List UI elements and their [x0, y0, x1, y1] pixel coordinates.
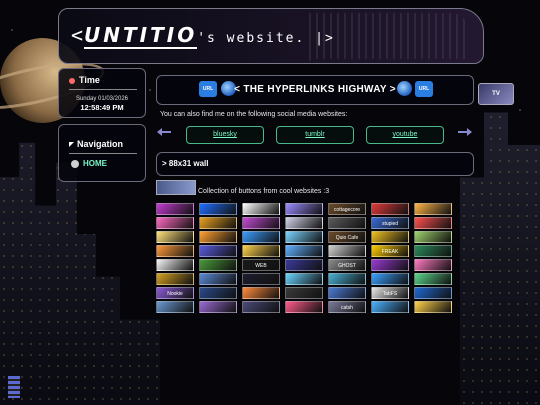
my-button-image[interactable]: [156, 180, 196, 195]
hyperlinks-highway-banner: URL < THE HYPERLINKS HIGHWAY > URL: [156, 75, 474, 105]
web-button-badge[interactable]: [156, 203, 194, 215]
web-button-badge[interactable]: [156, 301, 194, 313]
home-icon: [71, 159, 79, 168]
web-button-badge[interactable]: GHOST: [328, 259, 366, 271]
web-button-badge[interactable]: [371, 273, 409, 285]
globe-icon: [397, 81, 412, 96]
web-button-badge[interactable]: [285, 231, 323, 243]
cursor-icon: [69, 142, 74, 147]
title-suffix: 's website. |>: [197, 31, 335, 46]
web-button-badge[interactable]: Quio Cafe: [328, 231, 366, 243]
url-badge-icon: URL: [415, 81, 433, 97]
web-button-badge[interactable]: [414, 203, 452, 215]
arrow-left-icon: [157, 128, 171, 136]
link-tumblr[interactable]: tumblr: [276, 126, 354, 144]
web-button-badge[interactable]: [242, 245, 280, 257]
web-button-badge[interactable]: [414, 259, 452, 271]
web-button-badge[interactable]: [414, 217, 452, 229]
web-button-badge[interactable]: [285, 245, 323, 257]
web-button-badge[interactable]: [414, 245, 452, 257]
web-button-badge[interactable]: cottagecore: [328, 203, 366, 215]
web-button-badge[interactable]: [371, 301, 409, 313]
web-button-badge[interactable]: [328, 287, 366, 299]
web-button-badge[interactable]: [156, 273, 194, 285]
web-button-badge[interactable]: [199, 287, 237, 299]
web-button-badge[interactable]: [199, 273, 237, 285]
divider: [69, 89, 137, 90]
web-button-badge[interactable]: [285, 259, 323, 271]
web-button-badge[interactable]: [371, 203, 409, 215]
current-date: Sunday 01/03/2026: [75, 96, 129, 102]
social-intro-text: You can also find me on the following so…: [160, 111, 348, 118]
web-button-badge[interactable]: [156, 231, 194, 243]
web-button-badge[interactable]: [156, 217, 194, 229]
current-time: 12:58:49 PM: [80, 103, 124, 112]
web-button-badge[interactable]: [156, 245, 194, 257]
retro-tv-badge[interactable]: TV: [478, 83, 514, 105]
web-button-badge[interactable]: [242, 217, 280, 229]
web-button-badge[interactable]: [285, 217, 323, 229]
web-button-badge[interactable]: [328, 273, 366, 285]
web-button-badge[interactable]: [371, 231, 409, 243]
time-widget: Time Sunday 01/03/2026 12:58:49 PM: [58, 68, 146, 118]
nav-item-home[interactable]: HOME: [71, 159, 107, 168]
web-button-badge[interactable]: [242, 287, 280, 299]
web-button-badge[interactable]: [199, 217, 237, 229]
title-prefix: <: [71, 23, 85, 47]
clock-dot-icon: [69, 77, 75, 84]
arrow-right-icon: [458, 128, 472, 136]
web-button-badge[interactable]: TabFS: [371, 287, 409, 299]
time-title: Time: [69, 75, 100, 85]
web-button-badge[interactable]: [285, 301, 323, 313]
web-button-badge[interactable]: WEB: [242, 259, 280, 271]
divider: [69, 153, 137, 154]
web-button-badge[interactable]: [414, 287, 452, 299]
navigation-title: Navigation: [69, 139, 123, 149]
web-button-badge[interactable]: [242, 203, 280, 215]
web-button-badge[interactable]: [414, 273, 452, 285]
web-button-badge[interactable]: FREAK: [371, 245, 409, 257]
web-button-badge[interactable]: [199, 245, 237, 257]
site-header: <UNTITIO's website. |>: [58, 8, 484, 64]
web-button-badge[interactable]: [242, 273, 280, 285]
web-button-badge[interactable]: [242, 231, 280, 243]
web-button-badge[interactable]: [199, 259, 237, 271]
navigation-panel: Navigation HOME: [58, 124, 146, 182]
web-button-badge[interactable]: [199, 203, 237, 215]
link-bluesky[interactable]: bluesky: [186, 126, 264, 144]
web-button-badge[interactable]: [285, 287, 323, 299]
web-button-badge[interactable]: [328, 217, 366, 229]
site-logo-text: UNTITIO: [84, 23, 198, 49]
web-button-badge[interactable]: [371, 259, 409, 271]
web-button-badge[interactable]: [156, 259, 194, 271]
site-title[interactable]: <UNTITIO's website. |>: [71, 23, 335, 49]
web-button-badge[interactable]: Nookie: [156, 287, 194, 299]
web-button-badge[interactable]: stupied: [371, 217, 409, 229]
web-button-badge[interactable]: [242, 301, 280, 313]
web-button-badge[interactable]: catsh: [328, 301, 366, 313]
wall-title: > 88x31 wall: [162, 159, 209, 168]
link-youtube[interactable]: youtube: [366, 126, 444, 144]
web-button-badge[interactable]: [285, 203, 323, 215]
web-button-badge[interactable]: [199, 301, 237, 313]
button-wall-header: > 88x31 wall: [156, 152, 474, 176]
web-button-badge[interactable]: [414, 231, 452, 243]
web-button-badge[interactable]: [414, 301, 452, 313]
collection-description: Collection of buttons from cool websites…: [198, 188, 330, 195]
web-button-badge[interactable]: [328, 245, 366, 257]
web-button-badge[interactable]: [285, 273, 323, 285]
tardis-icon: [8, 376, 20, 398]
web-button-badge[interactable]: [199, 231, 237, 243]
